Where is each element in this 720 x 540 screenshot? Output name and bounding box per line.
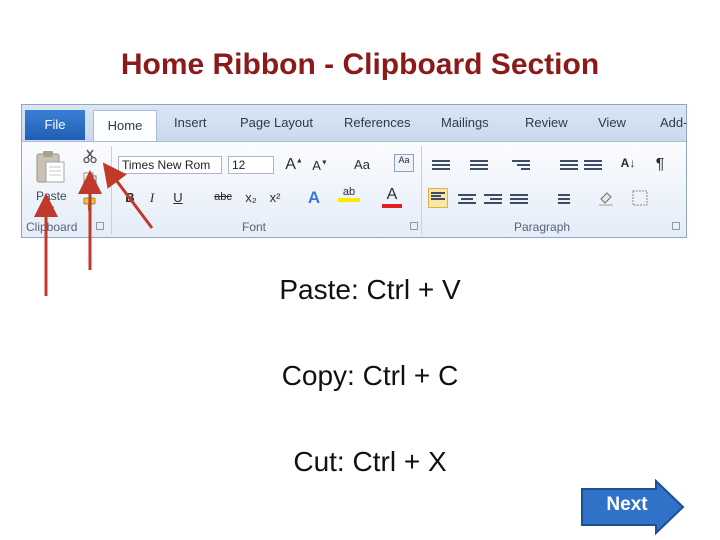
copy-shortcut: Copy: Ctrl + C [281, 360, 459, 391]
next-button[interactable]: Next [590, 494, 664, 516]
cut-arrow [102, 162, 154, 229]
paste-shortcut: Paste: Ctrl + V [279, 274, 461, 305]
cut-shortcut: Cut: Ctrl + X [293, 446, 447, 477]
